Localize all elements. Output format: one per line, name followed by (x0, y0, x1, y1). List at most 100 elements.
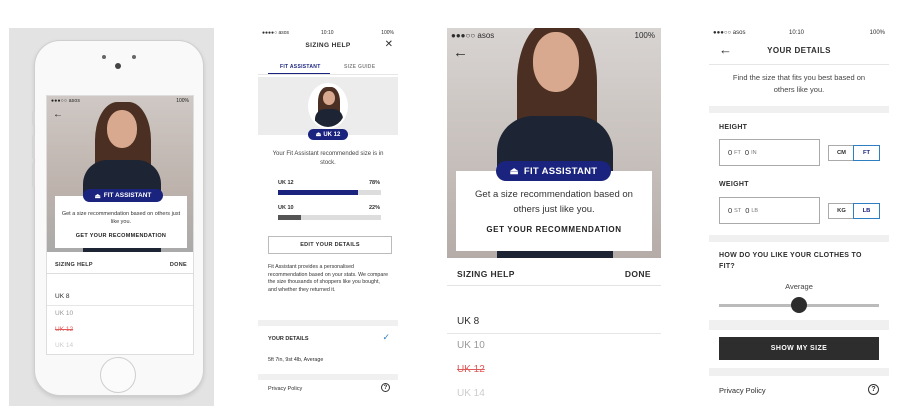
fit-assistant-badge-label: FIT ASSISTANT (523, 165, 598, 177)
model-face (107, 110, 137, 148)
recommendation-card[interactable]: Get a size recommendation based on other… (55, 196, 187, 248)
edit-details-button[interactable]: EDIT YOUR DETAILS (268, 236, 392, 254)
phone-mute-switch (32, 111, 35, 125)
model-dress (315, 109, 343, 127)
size-option[interactable]: UK 10 (55, 310, 73, 317)
height-input[interactable]: 0 FT 0 IN (719, 139, 820, 166)
unit-label: ST (734, 207, 742, 214)
close-icon[interactable]: ✕ (385, 39, 393, 50)
status-bar-carrier: ●●●○○ asos (51, 98, 81, 104)
height-inches-value: 0 (744, 148, 750, 157)
status-bar-carrier: ●●●○○ asos (713, 30, 746, 36)
size-bar-fill (278, 215, 301, 220)
get-recommendation-link[interactable]: GET YOUR RECOMMENDATION (55, 233, 187, 239)
help-icon[interactable]: ? (381, 383, 390, 392)
done-button[interactable]: DONE (625, 269, 651, 279)
tab-divider (258, 74, 398, 75)
hanger-icon: ⏏ (509, 165, 519, 177)
size-bar-label: UK 12 (278, 180, 294, 186)
unit-ft-option[interactable]: FT (853, 145, 880, 161)
help-icon[interactable]: ? (868, 384, 879, 395)
phone-frame: ●●●○○ asos 100% ← Get a size recommendat… (32, 40, 204, 396)
model-face (323, 91, 335, 105)
size-bar-track (278, 190, 381, 195)
fit-preference-question: HOW DO YOU LIKE YOUR CLOTHES TO FIT? (719, 252, 862, 270)
fit-assistant-badge[interactable]: ⏏ FIT ASSISTANT (83, 189, 163, 202)
weight-stone-value: 0 (728, 206, 733, 215)
sizing-help-link[interactable]: SIZING HELP (55, 262, 93, 268)
active-tab-indicator (268, 73, 330, 74)
section-divider (258, 320, 398, 326)
weight-pounds-value: 0 (745, 206, 750, 215)
back-arrow-icon[interactable]: ← (453, 44, 468, 61)
phone-screen: ●●●○○ asos 100% ← Get a size recommendat… (46, 95, 194, 355)
fit-assistant-badge-label: FIT ASSISTANT (103, 192, 152, 199)
fit-assistant-zoom-panel: ●●●○○ asos 100% ← Get a size recommendat… (447, 28, 661, 406)
fit-assistant-badge[interactable]: ⏏ FIT ASSISTANT (496, 161, 611, 181)
get-recommendation-link[interactable]: GET YOUR RECOMMENDATION (456, 225, 652, 234)
size-option-sold-out: UK 12 (55, 326, 74, 333)
size-bar-percent: 22% (368, 205, 380, 211)
your-details-label[interactable]: YOUR DETAILS (268, 336, 309, 342)
weight-input[interactable]: 0 ST 0 LB (719, 197, 820, 224)
phone-sensor (132, 55, 136, 59)
fit-assistant-description: Fit Assistant provides a personalised re… (268, 264, 389, 293)
unit-label: IN (751, 149, 757, 156)
size-bar-percent: 78% (368, 180, 380, 186)
height-label: HEIGHT (719, 124, 748, 131)
status-bar-carrier: ●●●○○ asos (451, 31, 495, 40)
recommended-size-badge: ⏏ UK 12 (308, 129, 348, 140)
sizing-help-panel: ●●●●○ asos 10:10 100% SIZING HELP ✕ FIT … (258, 28, 398, 406)
height-unit-toggle[interactable]: CM FT (828, 145, 880, 161)
show-my-size-button[interactable]: SHOW MY SIZE (719, 337, 879, 360)
recommendation-text: Your Fit Assistant recommended size is i… (272, 151, 384, 166)
size-option[interactable]: UK 8 (55, 293, 69, 300)
back-arrow-icon[interactable]: ← (53, 109, 63, 120)
section-divider (709, 368, 889, 376)
size-option[interactable]: UK 14 (457, 388, 485, 399)
size-option[interactable]: UK 14 (55, 342, 73, 349)
unit-kg-option[interactable]: KG (829, 204, 854, 218)
status-bar-battery: 100% (869, 30, 885, 36)
fit-slider-handle[interactable] (791, 297, 807, 313)
hanger-icon: ⏏ (94, 192, 101, 200)
unit-cm-option[interactable]: CM (829, 146, 854, 160)
tab-size-guide[interactable]: SIZE GUIDE (344, 64, 375, 70)
recommendation-card[interactable]: Get a size recommendation based on other… (456, 171, 652, 251)
home-button (100, 357, 136, 393)
divider (447, 333, 661, 334)
check-icon: ✓ (382, 332, 390, 342)
model-avatar (308, 83, 348, 129)
screenshot-stage: ●●●○○ asos 100% ← Get a size recommendat… (0, 0, 910, 419)
size-option[interactable]: UK 10 (457, 340, 485, 351)
size-option[interactable]: UK 8 (457, 316, 479, 327)
unit-label: FT (734, 149, 741, 156)
phone-volume-button (32, 135, 35, 159)
divider (47, 305, 193, 306)
recommended-size-label: UK 12 (323, 131, 341, 138)
tab-fit-assistant[interactable]: FIT ASSISTANT (280, 64, 321, 70)
sizing-help-link[interactable]: SIZING HELP (457, 269, 515, 279)
size-bar-track (278, 215, 381, 220)
status-bar-time: 10:10 (789, 30, 805, 36)
size-bar-label: UK 10 (278, 205, 294, 211)
section-divider (709, 235, 889, 242)
recommendation-text: Get a size recommendation based on other… (61, 211, 181, 225)
page-title: YOUR DETAILS (767, 46, 831, 55)
status-bar-battery: 100% (176, 98, 189, 104)
weight-unit-toggle[interactable]: KG LB (828, 203, 880, 219)
unit-lb-option[interactable]: LB (853, 203, 880, 219)
section-divider (258, 374, 398, 380)
phone-sensor (102, 55, 106, 59)
hanger-icon: ⏏ (315, 132, 322, 138)
recommendation-text: Get a size recommendation based on other… (475, 189, 633, 215)
your-details-value: 5ft 7in, 9st 4lb, Average (268, 357, 324, 363)
page-title: SIZING HELP (305, 42, 351, 49)
section-divider (709, 106, 889, 113)
done-button[interactable]: DONE (170, 262, 187, 268)
fit-preference-value: Average (785, 282, 813, 291)
sizing-help-bar: SIZING HELP DONE (447, 260, 661, 286)
privacy-policy-link[interactable]: Privacy Policy (268, 386, 302, 392)
privacy-policy-link[interactable]: Privacy Policy (719, 386, 766, 395)
your-details-panel: ●●●○○ asos 10:10 100% ← YOUR DETAILS Fin… (709, 28, 889, 406)
